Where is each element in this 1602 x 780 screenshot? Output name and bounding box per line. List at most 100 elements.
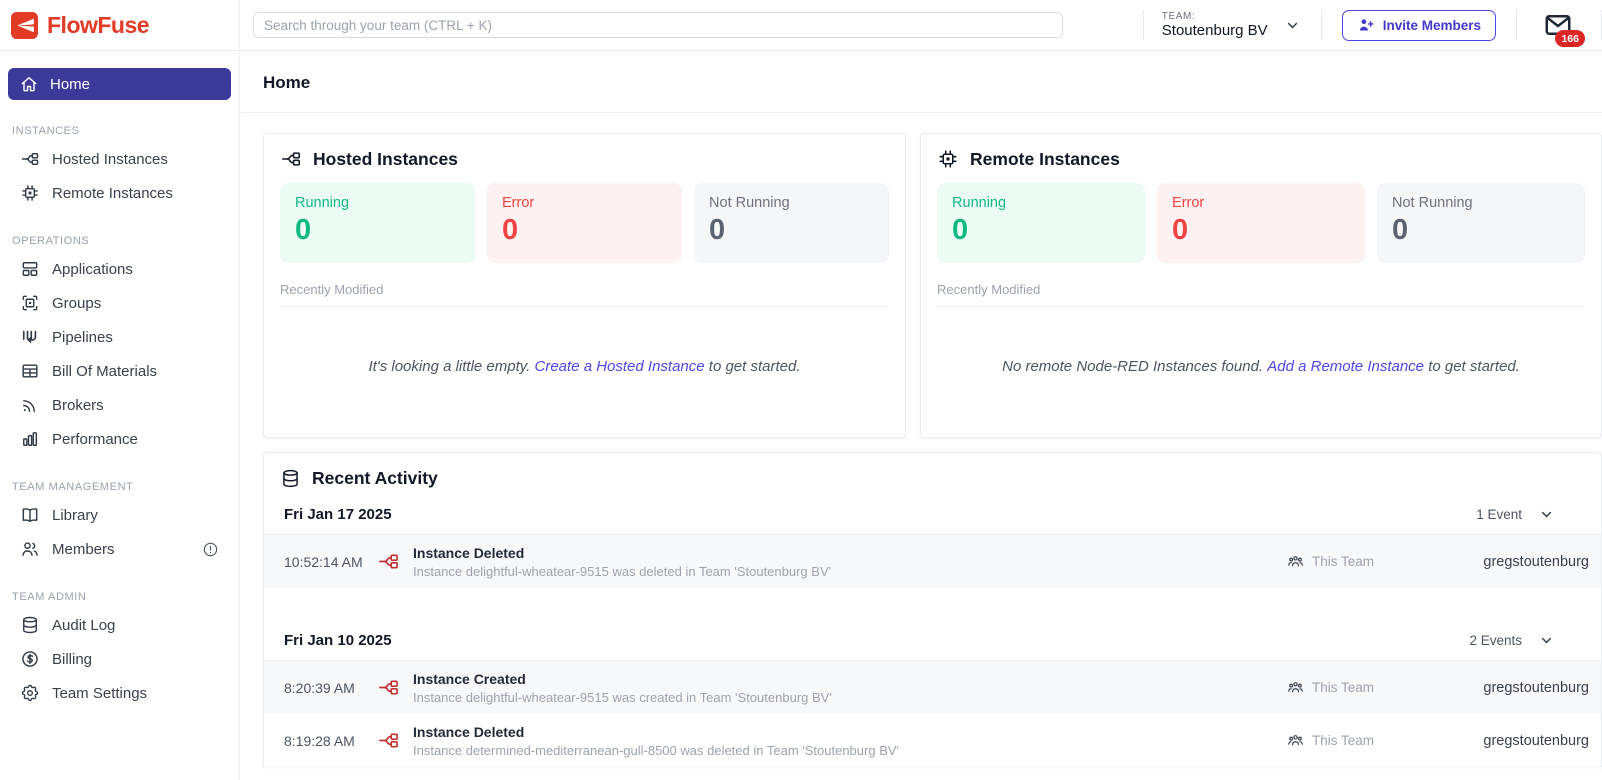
team-name: Stoutenburg BV	[1161, 22, 1268, 40]
activity-event-row[interactable]: 8:19:28 AM Instance Deleted Instance det…	[264, 714, 1601, 767]
event-title: Instance Deleted	[413, 723, 525, 740]
event-scope-label: This Team	[1312, 680, 1375, 695]
event-description: Instance delightful-wheatear-9515 was de…	[413, 563, 832, 579]
recent-activity-title: Recent Activity	[264, 468, 1601, 489]
broadcast-icon	[20, 395, 40, 415]
stat-label: Error	[1172, 195, 1205, 211]
chip-icon	[937, 148, 959, 170]
book-icon	[20, 505, 40, 525]
sidebar-item-applications[interactable]: Applications	[8, 252, 231, 286]
sidebar-item-label: Billing	[52, 650, 93, 668]
activity-event-count: 1 Event	[1476, 507, 1522, 522]
page-header: Home	[241, 52, 1602, 113]
gear-icon	[20, 683, 40, 703]
divider	[1516, 10, 1517, 40]
sidebar: Home INSTANCES Hosted Instances Remote I…	[0, 52, 240, 780]
recent-activity-card: Recent Activity Fri Jan 17 2025 1 Event …	[263, 452, 1602, 767]
sidebar-item-pipelines[interactable]: Pipelines	[8, 320, 231, 354]
stat-label: Error	[502, 195, 535, 211]
sidebar-item-audit-log[interactable]: Audit Log	[8, 608, 231, 642]
sidebar-item-remote-instances[interactable]: Remote Instances	[8, 176, 231, 210]
sidebar-section-team-admin: TEAM ADMIN	[12, 591, 87, 603]
event-title: Instance Deleted	[413, 544, 525, 561]
remote-empty-state: No remote Node-RED Instances found. Add …	[937, 307, 1585, 425]
divider	[1320, 10, 1322, 40]
create-hosted-instance-link[interactable]: Create a Hosted Instance	[535, 358, 705, 375]
stat-value: 0	[295, 214, 312, 246]
activity-group-header: Fri Jan 17 2025 1 Event	[264, 489, 1601, 535]
stat-label: Running	[295, 195, 350, 211]
hosted-instances-card: Hosted Instances Running 0 Error 0 Not R…	[263, 133, 907, 438]
team-selector[interactable]: TEAM: Stoutenburg BV	[1162, 11, 1268, 40]
add-remote-instance-link[interactable]: Add a Remote Instance	[1267, 358, 1424, 375]
stat-label: Not Running	[1392, 195, 1473, 211]
instance-event-icon	[377, 729, 400, 752]
chevron-down-icon	[1284, 17, 1301, 34]
team-chevron-button[interactable]	[1284, 17, 1301, 34]
event-description: Instance delightful-wheatear-9515 was cr…	[413, 689, 832, 705]
event-main: Instance Created Instance delightful-whe…	[413, 671, 1287, 705]
logo[interactable]: FlowFuse	[0, 0, 240, 50]
dollar-circle-icon	[20, 649, 40, 669]
invite-members-button[interactable]: Invite Members	[1341, 9, 1496, 41]
activity-group-header: Fri Jan 10 2025 2 Events	[264, 615, 1601, 661]
people-icon	[1287, 679, 1304, 696]
table-icon	[20, 361, 40, 381]
person-plus-icon	[1357, 16, 1375, 34]
stat-value: 0	[709, 214, 726, 246]
chevron-down-icon	[1538, 506, 1555, 523]
sidebar-item-label: Hosted Instances	[52, 150, 168, 168]
collapse-group-button[interactable]	[1538, 632, 1555, 649]
sidebar-item-label: Remote Instances	[52, 184, 173, 202]
sidebar-item-library[interactable]: Library	[8, 498, 231, 532]
flowfuse-logo-icon	[11, 11, 38, 39]
sidebar-item-home[interactable]: Home	[8, 68, 231, 100]
pipelines-icon	[20, 327, 40, 347]
event-scope: This Team	[1287, 679, 1409, 696]
sidebar-item-label: Audit Log	[52, 616, 116, 634]
hosted-empty-state: It's looking a little empty. Create a Ho…	[280, 307, 889, 425]
activity-date: Fri Jan 17 2025	[284, 506, 392, 523]
sidebar-item-brokers[interactable]: Brokers	[8, 388, 231, 422]
event-main: Instance Deleted Instance delightful-whe…	[413, 545, 1287, 579]
instance-event-icon	[377, 676, 400, 699]
applications-icon	[20, 259, 40, 279]
groups-icon	[20, 293, 40, 313]
empty-text: to get started.	[1424, 357, 1520, 375]
projects-icon	[280, 148, 302, 170]
search-input[interactable]	[253, 12, 1063, 38]
activity-event-row[interactable]: 10:52:14 AM Instance Deleted Instance de…	[264, 535, 1601, 588]
sidebar-item-billing[interactable]: Billing	[8, 642, 231, 676]
event-description: Instance determined-mediterranean-gull-8…	[413, 742, 900, 758]
event-user: gregstoutenburg	[1483, 732, 1589, 749]
sidebar-item-team-settings[interactable]: Team Settings	[8, 676, 231, 710]
remote-instances-card: Remote Instances Running 0 Error 0 Not R…	[920, 133, 1602, 438]
activity-group: Fri Jan 10 2025 2 Events 8:20:39 AM Inst…	[264, 615, 1601, 767]
sidebar-item-label: Home	[50, 75, 91, 93]
sidebar-item-members[interactable]: Members	[8, 532, 231, 566]
invite-members-label: Invite Members	[1382, 17, 1481, 33]
empty-text: No remote Node-RED Instances found.	[1002, 357, 1268, 375]
chip-icon	[20, 183, 40, 203]
people-icon	[1287, 732, 1304, 749]
notification-badge: 166	[1555, 30, 1585, 47]
sidebar-item-bill-of-materials[interactable]: Bill Of Materials	[8, 354, 231, 388]
stat-value: 0	[1392, 214, 1409, 246]
stat-label: Running	[952, 195, 1007, 211]
brand-name: FlowFuse	[47, 11, 150, 38]
stat-running: Running 0	[280, 183, 476, 263]
sidebar-item-label: Team Settings	[52, 684, 148, 702]
sidebar-item-label: Brokers	[52, 396, 104, 414]
sidebar-item-groups[interactable]: Groups	[8, 286, 231, 320]
hosted-stats: Running 0 Error 0 Not Running 0	[280, 183, 890, 263]
recent-activity-title-text: Recent Activity	[312, 468, 438, 488]
sidebar-item-performance[interactable]: Performance	[8, 422, 231, 456]
notifications-button[interactable]: 166	[1543, 10, 1585, 47]
activity-event-row[interactable]: 8:20:39 AM Instance Created Instance del…	[264, 661, 1601, 714]
instance-cards-row: Hosted Instances Running 0 Error 0 Not R…	[263, 133, 1602, 438]
collapse-group-button[interactable]	[1538, 506, 1555, 523]
sidebar-item-hosted-instances[interactable]: Hosted Instances	[8, 142, 231, 176]
projects-icon	[20, 149, 40, 169]
sidebar-item-label: Library	[52, 506, 98, 524]
stat-value: 0	[502, 214, 519, 246]
